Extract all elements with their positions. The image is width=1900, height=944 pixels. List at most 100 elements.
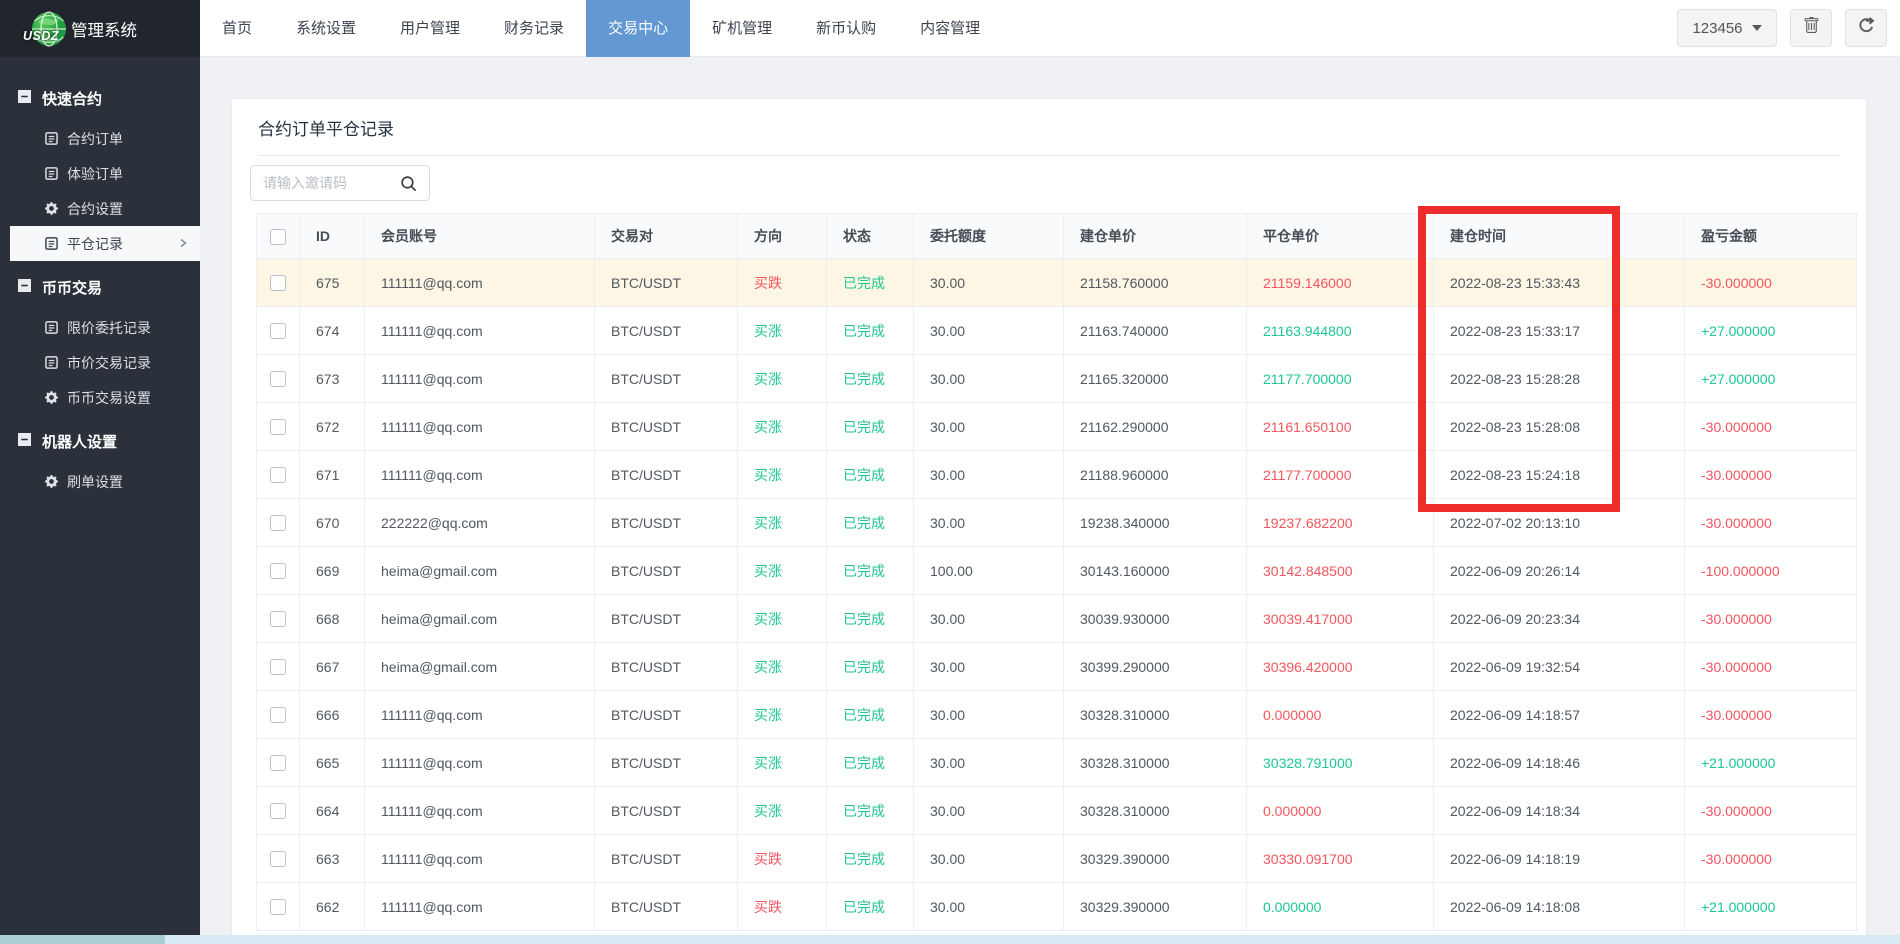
row-checkbox[interactable] (270, 707, 286, 724)
nav-item-new-coin-subscribe[interactable]: 新币认购 (794, 0, 898, 57)
cell-pnl: +21.000000 (1684, 738, 1857, 787)
row-checkbox[interactable] (270, 755, 286, 772)
cell-open-price: 30329.390000 (1063, 882, 1247, 931)
column-header-2: 交易对 (594, 213, 738, 259)
cell-amount: 30.00 (913, 738, 1064, 787)
nav-item-finance-records[interactable]: 财务记录 (482, 0, 586, 57)
cell-account: heima@gmail.com (364, 546, 595, 595)
table-row: 674 111111@qq.com BTC/USDT 买涨 已完成 30.00 21163.… (256, 306, 1857, 355)
select-all-checkbox[interactable] (270, 228, 286, 245)
column-header-8: 建仓时间 (1433, 213, 1685, 259)
cell-amount: 30.00 (913, 882, 1064, 931)
table-body: 675 111111@qq.com BTC/USDT 买跌 已完成 30.00 21158.… (256, 258, 1857, 931)
sidebar-group-coin-trade[interactable]: 币币交易 (0, 264, 200, 310)
sidebar-group-robot-settings[interactable]: 机器人设置 (0, 418, 200, 464)
cell-status: 已完成 (826, 594, 914, 643)
column-header-9: 盈亏金额 (1684, 213, 1857, 259)
row-checkbox[interactable] (270, 659, 286, 676)
sidebar-item-label: 平仓记录 (67, 235, 123, 252)
cell-open-price: 30143.160000 (1063, 546, 1247, 595)
account-dropdown[interactable]: 123456 (1677, 9, 1777, 47)
cell-close-price: 30328.791000 (1246, 738, 1434, 787)
cell-account: 111111@qq.com (364, 450, 595, 499)
horizontal-scrollbar[interactable] (0, 935, 1900, 944)
caret-down-icon (1751, 25, 1762, 31)
cell-direction: 买涨 (737, 498, 827, 547)
clear-cache-button[interactable] (1790, 9, 1832, 47)
sidebar-group-quick-contract[interactable]: 快速合约 (0, 75, 200, 121)
nav-item-user-management[interactable]: 用户管理 (378, 0, 482, 57)
cell-pnl: -30.000000 (1684, 594, 1857, 643)
row-checkbox-cell (256, 594, 300, 643)
table-header-row: ID 会员账号 交易对 方向 状态 委托额度 建仓单价 平仓单价 建仓时间 盈亏金额 (256, 213, 1857, 259)
sidebar-item-limit-order-records[interactable]: 限价委托记录 (0, 310, 200, 345)
cell-pnl: -30.000000 (1684, 450, 1857, 499)
trash-icon (1803, 17, 1820, 39)
cell-pair: BTC/USDT (594, 258, 738, 307)
column-header-5: 委托额度 (913, 213, 1064, 259)
cell-id: 662 (299, 882, 365, 931)
search-icon[interactable] (396, 175, 429, 192)
row-checkbox[interactable] (270, 851, 286, 868)
cell-pair: BTC/USDT (594, 738, 738, 787)
cell-id: 675 (299, 258, 365, 307)
nav-item-miner-management[interactable]: 矿机管理 (690, 0, 794, 57)
nav-item-content-management[interactable]: 内容管理 (898, 0, 1002, 57)
sidebar-item-brush-order-settings[interactable]: 刷单设置 (0, 464, 200, 499)
cell-status: 已完成 (826, 642, 914, 691)
table-row: 671 111111@qq.com BTC/USDT 买涨 已完成 30.00 21188.… (256, 450, 1857, 499)
cell-status: 已完成 (826, 546, 914, 595)
row-checkbox-cell (256, 450, 300, 499)
nav-item-trade-center[interactable]: 交易中心 (586, 0, 691, 57)
row-checkbox-cell (256, 498, 300, 547)
logout-button[interactable] (1845, 9, 1887, 47)
scrollbar-thumb[interactable] (0, 935, 165, 944)
cell-amount: 30.00 (913, 786, 1064, 835)
cell-account: 111111@qq.com (364, 306, 595, 355)
table-row: 667 heima@gmail.com BTC/USDT 买涨 已完成 30.00 3039… (256, 642, 1857, 691)
sidebar-item-coin-trade-settings[interactable]: 币币交易设置 (0, 380, 200, 415)
sidebar-item-label: 合约订单 (67, 130, 123, 147)
cell-id: 672 (299, 402, 365, 451)
brand-text: USDZ (23, 28, 60, 43)
cell-direction: 买涨 (737, 690, 827, 739)
row-checkbox[interactable] (270, 563, 286, 580)
row-checkbox-cell (256, 738, 300, 787)
row-checkbox[interactable] (270, 515, 286, 532)
cell-amount: 30.00 (913, 594, 1064, 643)
table-row: 670 222222@qq.com BTC/USDT 买涨 已完成 30.00 19238.… (256, 498, 1857, 547)
nav-item-home[interactable]: 首页 (200, 0, 274, 57)
nav-item-system-settings[interactable]: 系统设置 (274, 0, 378, 57)
sidebar-item-contract-settings[interactable]: 合约设置 (0, 191, 200, 226)
row-checkbox[interactable] (270, 899, 286, 916)
sidebar-group-label: 币币交易 (42, 279, 103, 297)
row-checkbox[interactable] (270, 419, 286, 436)
row-checkbox[interactable] (270, 467, 286, 484)
row-checkbox[interactable] (270, 803, 286, 820)
table-row: 675 111111@qq.com BTC/USDT 买跌 已完成 30.00 21158.… (256, 258, 1857, 307)
row-checkbox-cell (256, 546, 300, 595)
column-header-0: ID (299, 213, 365, 259)
cell-pnl: -30.000000 (1684, 690, 1857, 739)
table-row: 663 111111@qq.com BTC/USDT 买跌 已完成 30.00 30329.… (256, 834, 1857, 883)
collapse-icon (18, 89, 31, 107)
cell-status: 已完成 (826, 498, 914, 547)
sidebar-item-label: 限价委托记录 (67, 319, 151, 336)
cell-status: 已完成 (826, 882, 914, 931)
cell-open-price: 30328.310000 (1063, 690, 1247, 739)
row-checkbox[interactable] (270, 371, 286, 388)
invite-code-search-input[interactable] (251, 175, 396, 191)
cell-pair: BTC/USDT (594, 642, 738, 691)
table-row: 668 heima@gmail.com BTC/USDT 买涨 已完成 30.00 3003… (256, 594, 1857, 643)
row-checkbox[interactable] (270, 611, 286, 628)
row-checkbox[interactable] (270, 275, 286, 292)
sidebar-item-market-trade-records[interactable]: 市价交易记录 (0, 345, 200, 380)
row-checkbox[interactable] (270, 323, 286, 340)
table-row: 664 111111@qq.com BTC/USDT 买涨 已完成 30.00 30328.… (256, 786, 1857, 835)
sidebar-item-trial-orders[interactable]: 体验订单 (0, 156, 200, 191)
sidebar-item-close-position-records[interactable]: 平仓记录 (10, 226, 200, 261)
cell-pnl: -30.000000 (1684, 786, 1857, 835)
cell-pair: BTC/USDT (594, 306, 738, 355)
sidebar-item-contract-orders[interactable]: 合约订单 (0, 121, 200, 156)
row-checkbox-cell (256, 882, 300, 931)
